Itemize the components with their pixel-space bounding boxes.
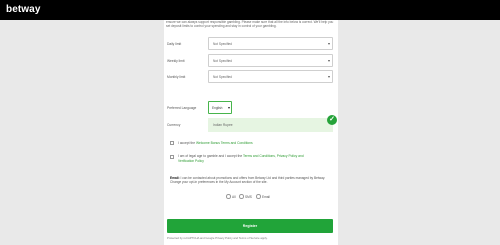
checkmark-icon: ✓ [327,115,337,125]
language-select[interactable]: English [208,101,232,114]
chevron-down-icon [328,43,330,45]
intro-text: ensure we can always support responsible… [166,20,334,29]
legal-age-checkbox[interactable] [170,155,174,159]
email-preferences-text: Email: I can be contacted about promotio… [170,176,334,185]
email-description: I can be contacted about promotions and … [170,176,326,185]
daily-limit-select[interactable]: Not Specified [208,37,333,50]
monthly-limit-select[interactable]: Not Specified [208,70,333,83]
currency-value: Indian Rupee [213,123,233,127]
daily-limit-label: Daily limit [167,42,182,46]
radio-email-label: Email [262,195,270,199]
monthly-limit-value: Not Specified [213,75,232,79]
radio-all-label: All [232,195,236,199]
radio-sms[interactable] [239,194,244,199]
bonus-terms-prefix: I accept the [178,141,196,145]
bonus-terms-link[interactable]: Welcome Bonus Terms and Conditions [196,141,253,145]
weekly-limit-label: Weekly limit [167,59,185,63]
language-label: Preferred Language [167,106,197,110]
legal-age-prefix: I am of legal age to gamble and I accept… [178,154,244,158]
recaptcha-footnote: Protected by reCAPTCHA and Google Privac… [167,236,268,240]
register-button[interactable]: Register [167,219,333,233]
currency-field: Indian Rupee [208,118,333,132]
chevron-down-icon [328,76,330,78]
chevron-down-icon [228,107,230,109]
radio-email[interactable] [256,194,261,199]
currency-label: Currency [167,123,181,127]
daily-limit-value: Not Specified [213,42,232,46]
betway-logo[interactable]: betway [6,4,41,15]
radio-all[interactable] [226,194,231,199]
bonus-terms-checkbox[interactable] [170,141,174,145]
weekly-limit-select[interactable]: Not Specified [208,54,333,67]
radio-sms-label: SMS [245,195,252,199]
top-bar: betway [0,0,500,20]
weekly-limit-value: Not Specified [213,59,232,63]
bonus-terms-text: I accept the Welcome Bonus Terms and Con… [178,141,328,146]
language-value: English [212,106,223,110]
chevron-down-icon [328,60,330,62]
monthly-limit-label: Monthly limit [167,75,186,79]
legal-age-text: I am of legal age to gamble and I accept… [178,154,306,163]
